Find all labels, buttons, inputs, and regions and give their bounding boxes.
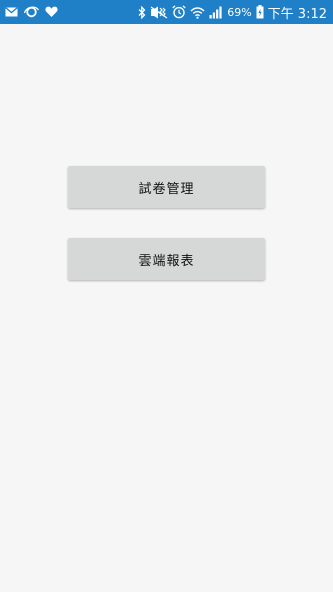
exam-management-button[interactable]: 試卷管理 bbox=[68, 166, 265, 208]
sync-icon bbox=[24, 0, 39, 24]
status-bar: 69% 下午 3:12 bbox=[0, 0, 333, 24]
battery-icon bbox=[256, 0, 264, 24]
heart-icon bbox=[45, 0, 58, 24]
mail-icon bbox=[5, 0, 18, 24]
wifi-icon bbox=[190, 0, 205, 24]
main-content: 試卷管理 雲端報表 bbox=[0, 24, 333, 592]
alarm-icon bbox=[172, 0, 186, 24]
battery-percent: 69% bbox=[227, 5, 252, 19]
vibrate-mute-icon bbox=[150, 0, 168, 24]
signal-icon bbox=[209, 0, 223, 24]
bluetooth-icon bbox=[138, 0, 146, 24]
clock: 下午 3:12 bbox=[267, 6, 327, 22]
cloud-report-button[interactable]: 雲端報表 bbox=[68, 238, 265, 280]
status-bar-left bbox=[5, 0, 64, 24]
status-bar-right: 69% 下午 3:12 bbox=[134, 0, 327, 24]
